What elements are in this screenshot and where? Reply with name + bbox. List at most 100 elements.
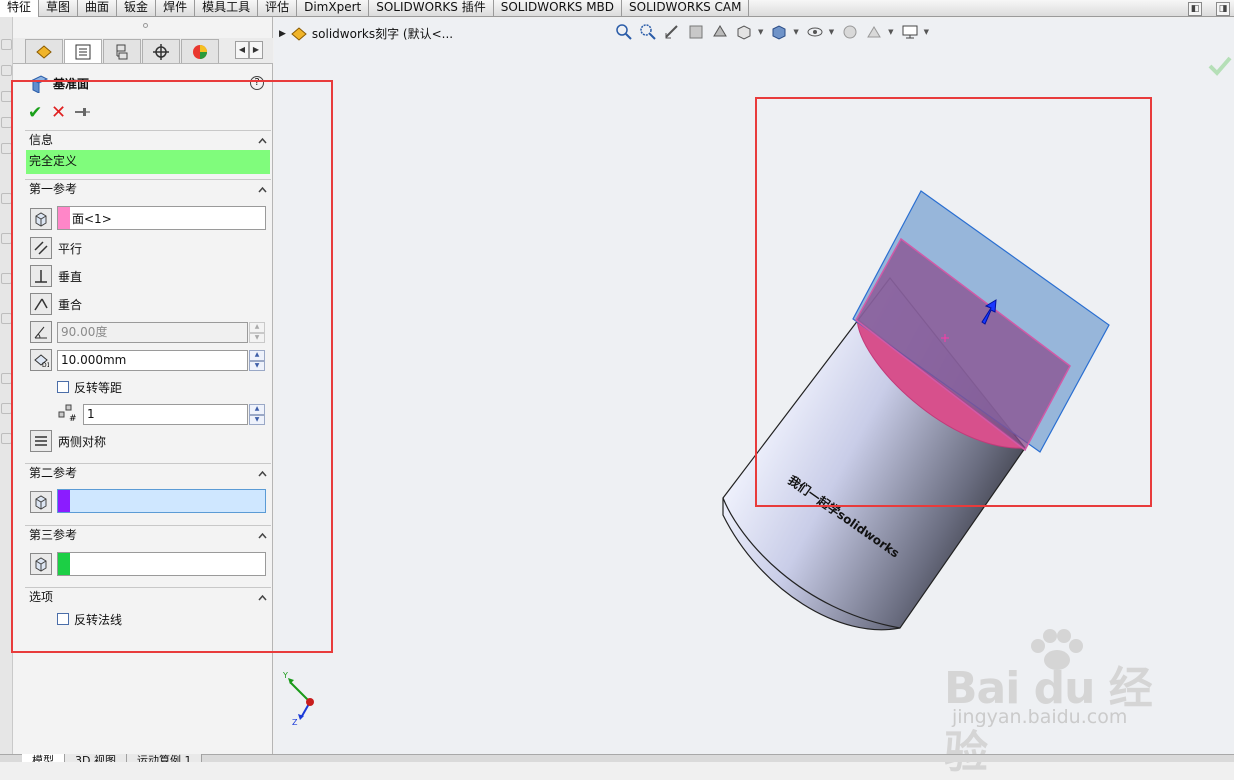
spin-up-icon[interactable]: ▲ [249, 350, 265, 361]
tab-mold-tools[interactable]: 模具工具 [195, 0, 259, 17]
second-reference-selection[interactable] [57, 489, 266, 513]
tab-motion-study[interactable]: 运动算例 1 [126, 754, 203, 762]
edit-appearance-icon[interactable] [840, 22, 860, 42]
strip-tool-icon[interactable] [1, 117, 12, 128]
ok-checkmark-icon[interactable]: ✔ [28, 103, 42, 123]
tab-surfaces[interactable]: 曲面 [78, 0, 118, 17]
spin-down-icon[interactable]: ▼ [249, 332, 265, 343]
flip-normal-checkbox[interactable] [57, 613, 69, 625]
strip-tool-icon[interactable] [1, 65, 12, 76]
collapse-chevron-icon[interactable] [258, 185, 267, 194]
collapse-chevron-icon[interactable] [258, 136, 267, 145]
tab-cam[interactable]: SOLIDWORKS CAM [622, 0, 750, 17]
dropdown-caret-icon[interactable]: ▼ [888, 28, 893, 36]
pushpin-icon[interactable] [74, 106, 90, 118]
spin-up-icon[interactable]: ▲ [249, 322, 265, 333]
scroll-left-icon[interactable]: ◀ [235, 41, 249, 59]
third-reference-selection[interactable] [57, 552, 266, 576]
spin-down-icon[interactable]: ▼ [249, 414, 265, 425]
mode-perpendicular[interactable]: 垂直 [30, 265, 82, 287]
tab-sketch[interactable]: 草图 [39, 0, 79, 17]
offset-distance-input[interactable]: 10.000mm [57, 350, 248, 371]
strip-tool-icon[interactable] [1, 273, 12, 284]
tab-evaluate[interactable]: 评估 [258, 0, 298, 17]
tab-mbd[interactable]: SOLIDWORKS MBD [494, 0, 623, 17]
section-header-options[interactable]: 选项 [25, 587, 271, 607]
strip-tool-icon[interactable] [1, 233, 12, 244]
flip-normal-option[interactable]: 反转法线 [57, 610, 122, 628]
tab-sheet-metal[interactable]: 钣金 [117, 0, 157, 17]
parallel-icon[interactable] [30, 237, 52, 259]
display-manager-tab[interactable] [181, 39, 219, 63]
view-orientation-icon[interactable] [734, 22, 754, 42]
strip-tool-icon[interactable] [1, 313, 12, 324]
mode-parallel[interactable]: 平行 [30, 237, 82, 259]
cancel-x-icon[interactable]: ✕ [51, 103, 66, 123]
view-settings-icon[interactable] [900, 22, 920, 42]
collapse-chevron-icon[interactable] [258, 593, 267, 602]
plane-count-input[interactable]: 1 [83, 404, 248, 425]
strip-tool-icon[interactable] [1, 143, 12, 154]
section-header-second-reference[interactable]: 第二参考 [25, 463, 271, 483]
previous-view-icon[interactable] [662, 22, 682, 42]
tab-addins[interactable]: SOLIDWORKS 插件 [369, 0, 494, 17]
graphics-area[interactable] [274, 18, 1234, 754]
zoom-to-area-icon[interactable] [638, 22, 658, 42]
apply-scene-icon[interactable] [864, 22, 884, 42]
perpendicular-icon[interactable] [30, 265, 52, 287]
dropdown-caret-icon[interactable]: ▼ [924, 28, 929, 36]
restore-icon[interactable]: ◧ [1188, 2, 1202, 16]
zoom-to-fit-icon[interactable] [614, 22, 634, 42]
mode-coincident[interactable]: 重合 [30, 293, 82, 315]
angle-input[interactable]: 90.00度 [57, 322, 248, 343]
tab-dimxpert[interactable]: DimXpert [297, 0, 370, 17]
display-style-icon[interactable] [769, 22, 789, 42]
offset-distance-icon[interactable]: D1 [30, 349, 52, 371]
feature-manager-tab[interactable] [25, 39, 63, 63]
section-header-first-reference[interactable]: 第一参考 [25, 179, 271, 199]
mid-plane-icon[interactable] [30, 430, 52, 452]
scroll-right-icon[interactable]: ▶ [249, 41, 263, 59]
hide-show-items-icon[interactable] [805, 22, 825, 42]
confirmation-corner-check-icon[interactable] [1206, 52, 1234, 80]
flip-offset-checkbox[interactable] [57, 381, 69, 393]
panel-grip[interactable] [13, 17, 273, 35]
expand-arrow-icon[interactable]: ▶ [279, 29, 286, 39]
help-icon[interactable]: ? [250, 76, 264, 90]
mode-label: 平行 [58, 241, 83, 256]
angle-icon[interactable] [30, 321, 52, 343]
dropdown-caret-icon[interactable]: ▼ [758, 28, 763, 36]
section-header-info[interactable]: 信息 [25, 130, 271, 150]
strip-tool-icon[interactable] [1, 39, 12, 50]
strip-tool-icon[interactable] [1, 91, 12, 102]
dimxpert-manager-tab[interactable] [142, 39, 180, 63]
dropdown-caret-icon[interactable]: ▼ [829, 28, 834, 36]
tab-model[interactable]: 模型 [22, 754, 65, 762]
strip-tool-icon[interactable] [1, 433, 12, 444]
coincident-icon[interactable] [30, 293, 52, 315]
dynamic-annotation-icon[interactable] [710, 22, 730, 42]
close-panel-icon[interactable]: ◨ [1216, 2, 1230, 16]
property-manager-tab[interactable] [64, 39, 102, 63]
strip-tool-icon[interactable] [1, 403, 12, 414]
mode-mid-plane[interactable]: 两侧对称 [30, 430, 106, 452]
section-header-third-reference[interactable]: 第三参考 [25, 525, 271, 545]
tab-features[interactable]: 特征 [0, 0, 40, 17]
section-view-icon[interactable] [686, 22, 706, 42]
collapse-chevron-icon[interactable] [258, 469, 267, 478]
configuration-manager-tab[interactable] [103, 39, 141, 63]
tab-3d-views[interactable]: 3D 视图 [65, 754, 127, 762]
spin-up-icon[interactable]: ▲ [249, 404, 265, 415]
offset-spinner[interactable]: ▲ ▼ [249, 350, 265, 371]
tab-weldments[interactable]: 焊件 [156, 0, 196, 17]
count-spinner[interactable]: ▲ ▼ [249, 404, 265, 425]
first-reference-selection[interactable]: 面<1> [57, 206, 266, 230]
strip-tool-icon[interactable] [1, 373, 12, 384]
dropdown-caret-icon[interactable]: ▼ [793, 28, 798, 36]
strip-tool-icon[interactable] [1, 193, 12, 204]
angle-spinner[interactable]: ▲ ▼ [249, 322, 265, 343]
flip-offset-option[interactable]: 反转等距 [57, 378, 122, 396]
collapse-chevron-icon[interactable] [258, 531, 267, 540]
spin-down-icon[interactable]: ▼ [249, 360, 265, 371]
flyout-feature-tree[interactable]: ▶ solidworks刻字 (默认<... [279, 25, 453, 42]
